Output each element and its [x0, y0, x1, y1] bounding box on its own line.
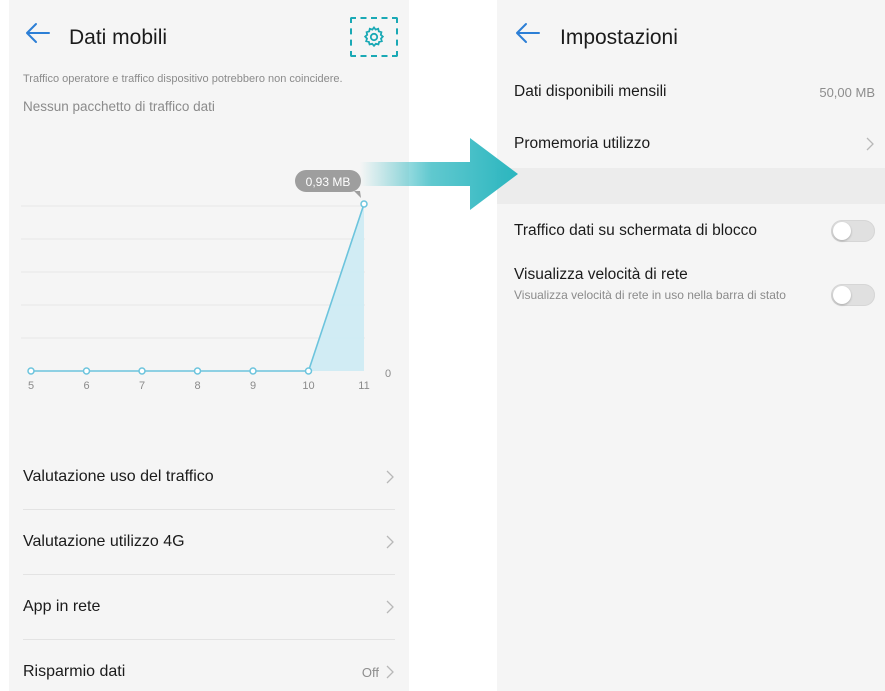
- network-speed-label: Visualizza velocità di rete: [514, 266, 688, 283]
- data-point: [249, 367, 257, 375]
- network-speed-desc: Visualizza velocità di rete in uso nella…: [514, 288, 786, 302]
- big-arrow-right-icon: [360, 138, 518, 210]
- x-tick-label: 6: [83, 380, 89, 392]
- no-plan-text: Nessun pacchetto di traffico dati: [23, 99, 215, 114]
- page-title: Dati mobili: [69, 26, 168, 49]
- y-tick-label: 0: [385, 368, 391, 380]
- data-point: [138, 367, 146, 375]
- row-label: Valutazione utilizzo 4G: [23, 533, 185, 550]
- data-usage-screen: Dati mobili Traffico operatore e traffic…: [9, 0, 409, 691]
- x-tick-label: 10: [302, 380, 314, 392]
- row-traffic-estimate[interactable]: Valutazione uso del traffico: [23, 445, 395, 510]
- x-tick-label: 5: [28, 380, 34, 392]
- x-tick-label: 9: [250, 380, 256, 392]
- chevron-right-icon: [386, 600, 394, 614]
- back-arrow-icon[interactable]: [515, 22, 541, 44]
- area-fill: [31, 204, 364, 371]
- section-divider: [497, 168, 885, 204]
- lockscreen-traffic-label: Traffico dati su schermata di blocco: [514, 222, 757, 239]
- data-saver-status: Off: [361, 664, 379, 680]
- row-data-saver[interactable]: Risparmio dati Off: [23, 640, 395, 691]
- data-point: [82, 367, 91, 375]
- row-label: Valutazione uso del traffico: [23, 468, 214, 485]
- row-label: Risparmio dati: [23, 663, 126, 680]
- lockscreen-traffic-toggle[interactable]: [831, 220, 875, 242]
- monthly-data-value: 50,00 MB: [819, 84, 875, 100]
- settings-button[interactable]: [350, 17, 398, 57]
- gear-icon: [363, 26, 385, 48]
- app-bar: Dati mobili: [9, 0, 409, 66]
- chevron-right-icon: [386, 665, 394, 679]
- network-speed-text: Visualizza velocità di rete Visualizza v…: [514, 266, 831, 303]
- app-bar: Impostazioni: [497, 0, 885, 66]
- network-speed-toggle[interactable]: [831, 284, 875, 306]
- data-point: [27, 367, 35, 375]
- monthly-data-row[interactable]: Dati disponibili mensili 50,00 MB: [514, 80, 875, 104]
- usage-chart: 5 6 7 8 9 10 11 0 0,93 MB: [21, 170, 391, 392]
- data-point: [304, 367, 313, 375]
- usage-reminder-row[interactable]: Promemoria utilizzo: [514, 132, 875, 156]
- x-tick-label: 8: [194, 380, 200, 392]
- x-tick-label: 11: [358, 380, 369, 392]
- row-4g-estimate[interactable]: Valutazione utilizzo 4G: [23, 510, 395, 575]
- page-title: Impostazioni: [560, 26, 678, 49]
- usage-reminder-label: Promemoria utilizzo: [514, 135, 651, 152]
- chevron-right-icon: [386, 470, 394, 484]
- chevron-right-icon: [386, 535, 394, 549]
- row-network-apps[interactable]: App in rete: [23, 575, 395, 640]
- traffic-note: Traffico operatore e traffico dispositiv…: [23, 73, 343, 85]
- series-line: [31, 203, 365, 372]
- x-tick-label: 7: [139, 380, 145, 392]
- back-arrow-icon[interactable]: [25, 22, 51, 44]
- lockscreen-traffic-row[interactable]: Traffico dati su schermata di blocco: [514, 219, 875, 243]
- data-point: [193, 367, 202, 375]
- settings-screen: Impostazioni Dati disponibili mensili 50…: [497, 0, 885, 691]
- network-speed-row[interactable]: Visualizza velocità di rete Visualizza v…: [514, 266, 875, 306]
- callout-label: 0,93 MB: [306, 175, 351, 189]
- monthly-data-label: Dati disponibili mensili: [514, 83, 667, 100]
- chevron-right-icon: [866, 137, 874, 151]
- row-label: App in rete: [23, 598, 101, 615]
